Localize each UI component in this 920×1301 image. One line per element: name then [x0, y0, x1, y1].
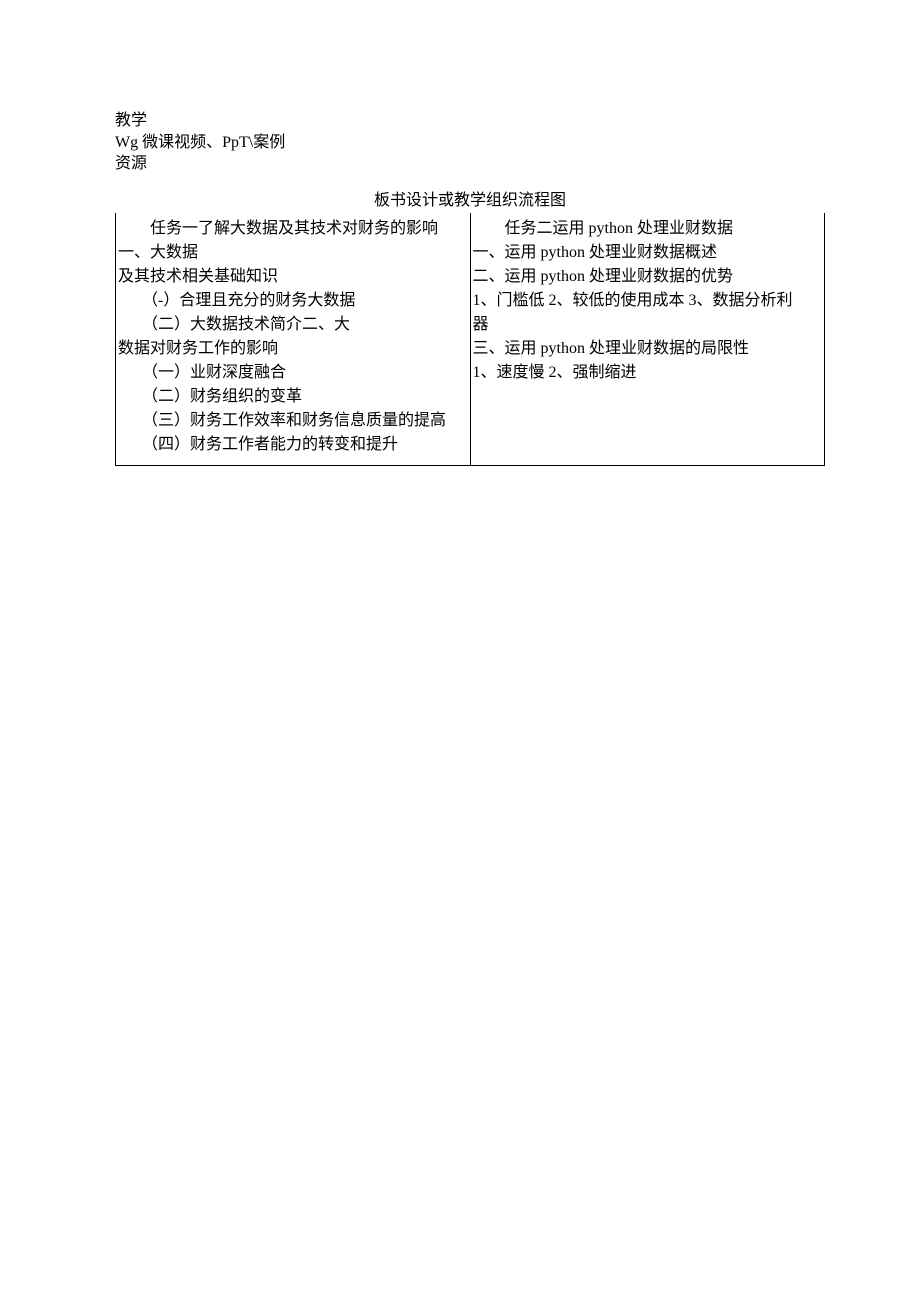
left-line-6: （一）业财深度融合 — [118, 361, 468, 385]
left-line-2: 及其技术相关基础知识 — [118, 265, 468, 289]
header-line-2: Wg 微课视频、PpT\案例 — [115, 132, 825, 154]
right-cell: 任务二运用 python 处理业财数据 一、运用 python 处理业财数据概述… — [470, 213, 825, 466]
right-line-2: 一、运用 python 处理业财数据概述 — [473, 241, 823, 265]
left-line-4: （二）大数据技术简介二、大 — [118, 313, 468, 337]
left-line-8: （三）财务工作效率和财务信息质量的提高 — [118, 409, 468, 433]
left-line-5: 数据对财务工作的影响 — [118, 337, 468, 361]
board-table: 任务一了解大数据及其技术对财务的影响一、大数据 及其技术相关基础知识 （-）合理… — [115, 213, 825, 466]
header-line-3: 资源 — [115, 153, 825, 175]
left-line-9: （四）财务工作者能力的转变和提升 — [118, 433, 468, 457]
right-line-1: 任务二运用 python 处理业财数据 — [473, 217, 823, 241]
right-line-4: 1、门槛低 2、较低的使用成本 3、数据分析利 — [473, 289, 823, 313]
right-line-5: 器 — [473, 313, 823, 337]
right-line-3: 二、运用 python 处理业财数据的优势 — [473, 265, 823, 289]
document-page: 教学 Wg 微课视频、PpT\案例 资源 板书设计或教学组织流程图 任务一了解大… — [0, 0, 920, 506]
left-line-7: （二）财务组织的变革 — [118, 385, 468, 409]
left-line-3: （-）合理且充分的财务大数据 — [118, 289, 468, 313]
header-block: 教学 Wg 微课视频、PpT\案例 资源 — [115, 110, 825, 175]
left-line-1: 任务一了解大数据及其技术对财务的影响一、大数据 — [118, 217, 468, 265]
left-cell: 任务一了解大数据及其技术对财务的影响一、大数据 及其技术相关基础知识 （-）合理… — [116, 213, 471, 466]
section-title: 板书设计或教学组织流程图 — [115, 189, 825, 213]
right-line-6: 三、运用 python 处理业财数据的局限性 — [473, 337, 823, 361]
header-line-1: 教学 — [115, 110, 825, 132]
right-line-7: 1、速度慢 2、强制缩进 — [473, 361, 823, 385]
